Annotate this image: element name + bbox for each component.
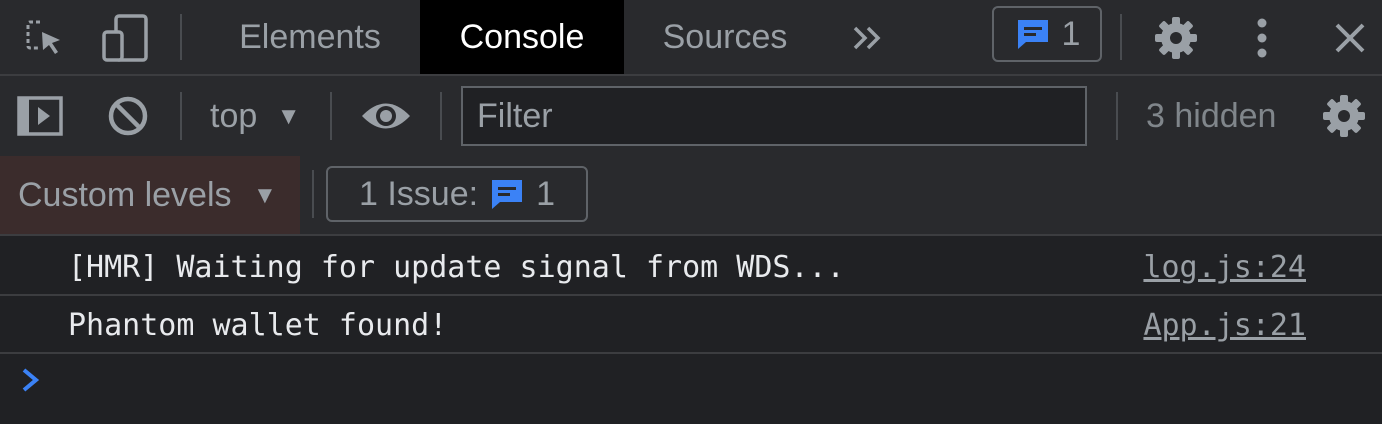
- kebab-menu-icon[interactable]: [1240, 12, 1284, 64]
- device-toolbar-icon[interactable]: [98, 10, 154, 66]
- issues-button[interactable]: 1 Issue: 1: [326, 166, 588, 222]
- tab-console[interactable]: Console: [420, 0, 624, 74]
- message-icon: [492, 180, 523, 209]
- clear-console-icon[interactable]: [104, 92, 152, 140]
- issues-count: 1: [536, 174, 555, 213]
- console-prompt-chevron-icon[interactable]: [18, 362, 48, 400]
- console-settings-gear-icon[interactable]: [1318, 90, 1370, 142]
- gear-icon[interactable]: [1150, 12, 1202, 64]
- dropdown-arrow-icon: ▼: [276, 103, 301, 130]
- issues-counter-count: 1: [1061, 14, 1081, 53]
- toolbar-divider: [440, 92, 442, 140]
- tab-elements[interactable]: Elements: [204, 0, 416, 74]
- console-message-source-link[interactable]: log.js:24: [1143, 250, 1306, 285]
- toolbar-divider: [180, 14, 182, 60]
- issues-counter-button[interactable]: 1: [992, 6, 1102, 62]
- log-levels-dropdown[interactable]: Custom levels ▼: [0, 156, 300, 234]
- toolbar-divider: [1116, 92, 1118, 140]
- filter-input[interactable]: [461, 86, 1087, 146]
- devtools-tab-bar: Elements Console Sources 1: [0, 0, 1382, 76]
- toolbar-divider: [330, 92, 332, 140]
- live-expression-eye-icon[interactable]: [358, 94, 414, 138]
- tab-sources[interactable]: Sources: [630, 0, 820, 74]
- console-message-text: [HMR] Waiting for update signal from WDS…: [68, 250, 845, 285]
- context-selector-value: top: [210, 97, 258, 135]
- close-icon[interactable]: [1326, 14, 1374, 62]
- hidden-messages-count: 3 hidden: [1146, 97, 1277, 135]
- context-selector[interactable]: top ▼: [210, 76, 300, 156]
- toolbar-divider: [312, 170, 314, 218]
- sidebar-toggle-icon[interactable]: [14, 92, 66, 140]
- console-toolbar: top ▼ 3 hidden: [0, 76, 1382, 156]
- console-message: [HMR] Waiting for update signal from WDS…: [0, 238, 1382, 296]
- message-icon: [1017, 20, 1048, 49]
- issues-label: 1 Issue:: [359, 174, 479, 213]
- console-message-text: Phantom wallet found!: [68, 308, 448, 343]
- console-message-source-link[interactable]: App.js:21: [1143, 308, 1306, 343]
- console-message: Phantom wallet found! App.js:21: [0, 296, 1382, 354]
- log-levels-label: Custom levels: [18, 176, 232, 214]
- dropdown-arrow-icon: ▼: [252, 182, 277, 209]
- toolbar-divider: [180, 92, 182, 140]
- inspect-element-icon[interactable]: [18, 12, 70, 64]
- console-levels-bar: Custom levels ▼ 1 Issue: 1: [0, 156, 1382, 236]
- toolbar-divider: [1120, 14, 1122, 60]
- more-tabs-chevron-icon[interactable]: [846, 16, 890, 60]
